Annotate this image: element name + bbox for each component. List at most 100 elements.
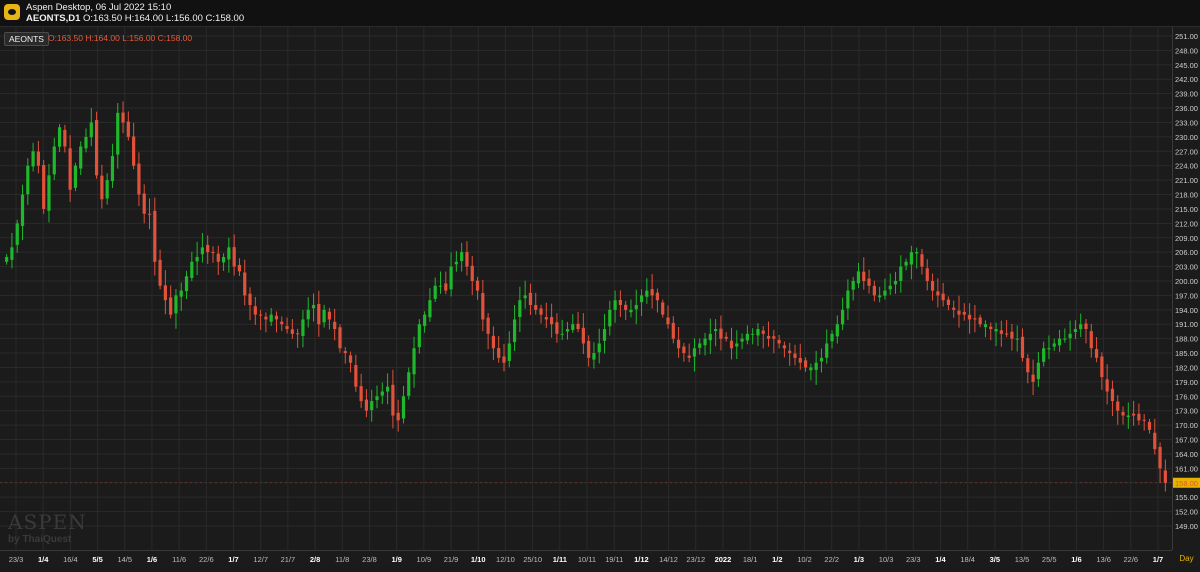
candle-up <box>1126 415 1130 418</box>
candle-down <box>391 384 395 416</box>
candle-up <box>322 309 326 323</box>
symbol-interval: AEONTS,D1 <box>26 13 81 24</box>
candle-down <box>788 350 792 354</box>
candle-up <box>629 309 633 313</box>
price-tick-label: 149.00 <box>1175 522 1198 531</box>
price-tick-label: 152.00 <box>1175 508 1198 517</box>
price-tick-label: 194.00 <box>1175 306 1198 315</box>
price-tick-label: 233.00 <box>1175 118 1198 127</box>
candle-down <box>576 323 580 330</box>
candle-up <box>200 247 205 255</box>
candle-down <box>544 317 548 320</box>
candle-up <box>518 300 522 317</box>
time-axis[interactable]: 23/3 1/4 16/4 5/5 14/5 1/6 11/6 22/6 1/7 12/7 21/7… <box>0 550 1172 567</box>
time-tick-label: 25/5 <box>1042 555 1057 564</box>
candle-up <box>385 386 390 392</box>
candle-up <box>174 295 178 314</box>
candle-up <box>195 256 199 262</box>
candle-down <box>259 314 263 316</box>
candle-down <box>729 340 734 349</box>
time-tick-label: 2/8 <box>310 555 320 564</box>
candle-down <box>1153 432 1157 450</box>
time-tick-label: 1/7 <box>228 555 238 564</box>
candle-up <box>714 329 718 332</box>
time-tick-label: 1/10 <box>471 555 486 564</box>
candle-up <box>1047 348 1051 350</box>
time-tick-label: 10/3 <box>879 555 894 564</box>
price-chart[interactable] <box>0 27 1172 550</box>
ohlc-legend: O:163.50 H:164.00 L:156.00 C:158.00 <box>48 33 193 43</box>
candle-up <box>507 343 511 362</box>
price-tick-label: 215.00 <box>1175 205 1198 214</box>
candle-down <box>1158 446 1162 469</box>
price-tick-label: 188.00 <box>1175 335 1198 344</box>
candle-down <box>248 293 252 306</box>
candle-up <box>370 401 374 411</box>
candle-up <box>841 309 845 325</box>
candle-up <box>57 127 62 147</box>
time-tick-label: 14/5 <box>117 555 132 564</box>
time-tick-label: 3/5 <box>990 555 1000 564</box>
time-tick-label: 12/7 <box>253 555 268 564</box>
candle-down <box>1100 356 1104 378</box>
candle-down <box>1005 333 1009 335</box>
price-tick-label: 182.00 <box>1175 363 1198 372</box>
candle-down <box>296 333 300 335</box>
candle-up <box>703 338 707 346</box>
candle-up <box>1052 343 1056 347</box>
aspen-watermark: ASPEN by ThaiQuest <box>8 510 88 550</box>
candle-down <box>396 412 400 421</box>
candle-up <box>10 247 14 260</box>
ohlc-summary: O:163.50 H:164.00 L:156.00 C:158.00 <box>83 13 245 24</box>
candle-down <box>280 321 284 325</box>
time-axis-labels: 23/3 1/4 16/4 5/5 14/5 1/6 11/6 22/6 1/7 12/7 21/7… <box>9 555 1164 564</box>
price-tick-label: 230.00 <box>1175 133 1198 142</box>
symbol-tag[interactable]: AEONTS <box>4 32 49 46</box>
candlestick-chart[interactable] <box>0 27 1172 550</box>
period-label[interactable]: Day <box>1173 551 1200 566</box>
time-tick-label: 21/9 <box>444 555 459 564</box>
candle-up <box>1063 338 1067 340</box>
candle-up <box>571 324 575 330</box>
candle-up <box>184 276 189 292</box>
time-tick-label: 5/5 <box>92 555 102 564</box>
candle-down <box>999 330 1003 334</box>
candle-down <box>967 314 972 320</box>
candle-down <box>650 289 654 296</box>
candle-up <box>407 372 411 396</box>
time-tick-label: 1/3 <box>854 555 864 564</box>
time-tick-label: 25/10 <box>523 555 542 564</box>
candle-down <box>153 210 157 262</box>
candle-down <box>317 303 321 325</box>
time-tick-label: 19/11 <box>605 555 623 564</box>
candle-up <box>417 324 421 348</box>
price-axis[interactable]: 251.00 248.00 245.00 242.00 239.00 236.00 233.… <box>1172 27 1200 550</box>
candle-down <box>581 327 585 344</box>
candle-down <box>68 148 72 190</box>
time-tick-label: 1/2 <box>772 555 782 564</box>
candle-down <box>618 299 622 306</box>
candle-up <box>1015 338 1019 340</box>
quote-summary: AEONTS,D1 O:163.50 H:164.00 L:156.00 C:1… <box>26 13 244 24</box>
candle-down <box>264 316 268 320</box>
time-tick-label: 23/3 <box>906 555 921 564</box>
price-tick-label: 209.00 <box>1175 234 1198 243</box>
candle-down <box>1020 336 1025 358</box>
candle-down <box>957 310 961 315</box>
candle-up <box>856 271 861 284</box>
candle-down <box>486 317 490 334</box>
time-tick-label: 2022 <box>715 555 732 564</box>
candle-down <box>528 292 533 306</box>
candle-up <box>608 309 612 327</box>
candle-up <box>698 343 702 348</box>
candle-down <box>1142 419 1146 421</box>
candle-down <box>1094 349 1099 358</box>
candle-down <box>285 326 289 330</box>
candle-up <box>1036 362 1040 380</box>
candle-down <box>333 321 337 330</box>
candle-up <box>851 281 855 290</box>
price-tick-label: 227.00 <box>1175 147 1198 156</box>
candle-up <box>888 285 892 290</box>
candle-up <box>438 285 443 287</box>
candle-up <box>306 309 310 320</box>
